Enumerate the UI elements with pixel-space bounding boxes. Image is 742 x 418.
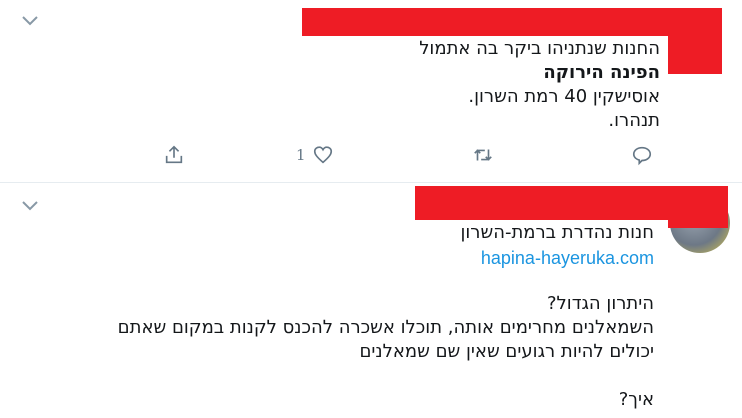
tweet-line: תנהרו.: [608, 110, 660, 131]
share-icon: [165, 145, 183, 164]
reply-button[interactable]: [631, 144, 653, 166]
tweet-link-row: hapina-hayeruka.com: [94, 246, 654, 270]
tweet-text: חנות נהדרת ברמת-השרון: [94, 221, 654, 245]
tweet-link[interactable]: hapina-hayeruka.com: [94, 246, 654, 270]
tweet-1[interactable]: החנות שנתניהו ביקר בה אתמול הפינה הירוקה…: [0, 0, 742, 182]
tweet-line: חנות נהדרת ברמת-השרון: [460, 222, 654, 243]
tweet-text: החנות שנתניהו ביקר בה אתמול הפינה הירוקה…: [100, 37, 660, 133]
tweet-line: אוסישקין 40 רמת השרון.: [468, 86, 660, 107]
tweet-body: היתרון הגדול? השמאלנים מחרימים אותה, תוכ…: [14, 292, 654, 412]
tweet-actions: 1: [0, 144, 742, 168]
like-button[interactable]: 1: [296, 144, 334, 166]
chevron-down-icon[interactable]: [20, 14, 40, 28]
tweet-line: [14, 364, 654, 388]
redacted-avatar: [668, 186, 728, 228]
redacted-avatar: [668, 14, 722, 74]
share-button[interactable]: [163, 144, 185, 166]
tweet-line: השמאלנים מחרימים אותה, תוכלו אשכרה להכנס…: [117, 317, 654, 338]
tweet-line-bold: הפינה הירוקה: [543, 62, 660, 83]
redacted-author: [302, 8, 722, 36]
tweet-line: היתרון הגדול?: [547, 293, 654, 314]
chevron-down-icon[interactable]: [20, 199, 40, 213]
heart-icon: [313, 146, 332, 164]
tweet-2[interactable]: חנות נהדרת ברמת-השרון hapina-hayeruka.co…: [0, 183, 742, 418]
like-count: 1: [296, 146, 306, 164]
retweet-icon: [474, 149, 492, 161]
tweet-line: יכולים להיות רגועים שאין שם שמאלנים: [359, 341, 654, 362]
reply-icon: [632, 146, 652, 166]
tweet-line: איך?: [618, 389, 654, 410]
retweet-button[interactable]: [472, 144, 494, 166]
tweet-line: החנות שנתניהו ביקר בה אתמול: [419, 38, 660, 59]
